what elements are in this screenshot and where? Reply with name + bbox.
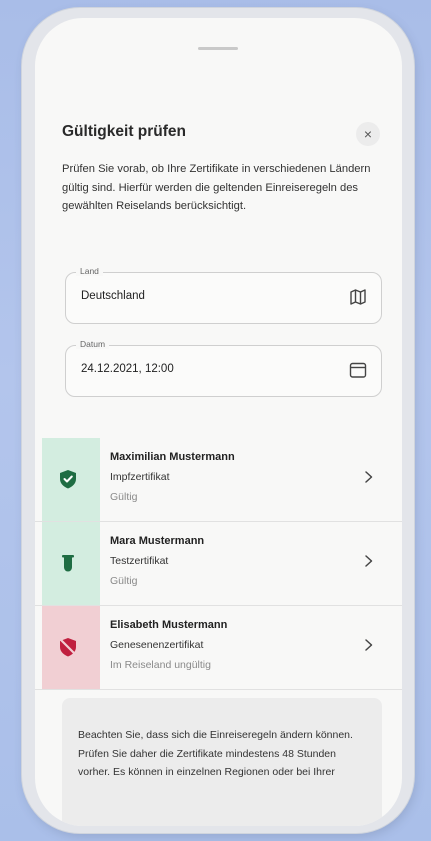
calendar-icon[interactable] (348, 360, 368, 380)
certificate-row[interactable]: Elisabeth Mustermann Genesenenzertifikat… (35, 606, 402, 690)
country-field[interactable]: Land Deutschland (65, 266, 382, 324)
chevron-right-icon[interactable] (362, 554, 376, 568)
chevron-right-icon[interactable] (362, 638, 376, 652)
certificate-holder-name: Mara Mustermann (110, 535, 205, 547)
certificate-holder-name: Elisabeth Mustermann (110, 619, 228, 631)
certificate-row[interactable]: Mara Mustermann Testzertifikat Gültig (35, 522, 402, 606)
screen: Gültigkeit prüfen × Prüfen Sie vorab, ob… (35, 18, 402, 826)
sheet-grabber[interactable] (198, 47, 238, 50)
certificate-list: Maximilian Mustermann Impfzertifikat Gül… (35, 438, 402, 690)
phone-frame: Gültigkeit prüfen × Prüfen Sie vorab, ob… (22, 8, 414, 833)
certificate-status: Gültig (110, 491, 138, 503)
certificate-type: Genesenenzertifikat (110, 639, 204, 651)
certificate-row[interactable]: Maximilian Mustermann Impfzertifikat Gül… (35, 438, 402, 522)
shield-check-icon (60, 470, 76, 489)
date-field[interactable]: Datum 24.12.2021, 12:00 (65, 339, 382, 397)
shield-off-icon (58, 637, 78, 657)
certificate-holder-name: Maximilian Mustermann (110, 451, 235, 463)
certificate-status: Gültig (110, 575, 138, 587)
chevron-right-icon[interactable] (362, 470, 376, 484)
certificate-status: Im Reiseland ungültig (110, 659, 211, 671)
info-text: Beachten Sie, dass sich die Einreiserege… (78, 729, 353, 778)
date-field-value: 24.12.2021, 12:00 (81, 363, 174, 375)
country-field-label: Land (76, 266, 103, 276)
certificate-type: Testzertifikat (110, 555, 169, 567)
close-button[interactable]: × (356, 122, 380, 146)
map-icon[interactable] (348, 287, 368, 307)
date-field-label: Datum (76, 339, 110, 349)
certificate-type: Impfzertifikat (110, 471, 170, 483)
test-tube-icon (62, 555, 74, 572)
country-field-value: Deutschland (81, 290, 145, 302)
dialog-title: Gültigkeit prüfen (62, 123, 186, 140)
dialog-description: Prüfen Sie vorab, ob Ihre Zertifikate in… (62, 163, 371, 212)
info-box: Beachten Sie, dass sich die Einreiserege… (62, 698, 382, 826)
